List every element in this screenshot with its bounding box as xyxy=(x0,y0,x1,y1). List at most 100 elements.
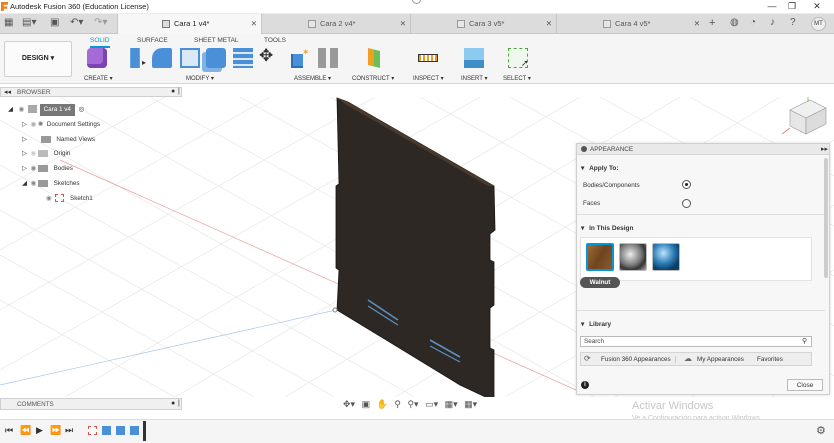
group-insert[interactable]: INSERT ▾ xyxy=(461,75,487,82)
in-this-design-section[interactable]: ▾ In This Design xyxy=(581,224,634,232)
group-select[interactable]: SELECT ▾ xyxy=(503,75,531,82)
tab-solid[interactable]: SOLID xyxy=(90,37,110,48)
scrollbar[interactable] xyxy=(824,158,828,278)
steel-swatch[interactable] xyxy=(619,243,647,271)
look-at-icon[interactable]: ▣ xyxy=(362,399,371,409)
expand-dialog-icon[interactable]: ▸▸ xyxy=(821,145,828,153)
search-input[interactable]: Search ⚲ xyxy=(580,336,812,347)
tree-item-named-views[interactable]: ▷ Named Views xyxy=(22,134,95,146)
tree-item-origin[interactable]: ▷ ◉ Origin xyxy=(22,148,70,160)
revolve-icon[interactable] xyxy=(152,48,172,68)
tree-root[interactable]: ◢ ◉ Cara 1 v4 ◎ xyxy=(8,104,108,116)
timeline-extrude-feature[interactable] xyxy=(102,426,111,435)
fit-icon[interactable]: ⚲▾ xyxy=(407,399,418,409)
tab-sheet-metal[interactable]: SHEET METAL xyxy=(194,37,239,44)
create-form-icon[interactable] xyxy=(87,48,107,68)
file-menu-icon[interactable]: ▤▾ xyxy=(22,17,36,28)
visibility-icon[interactable]: ◉ xyxy=(31,165,37,172)
close-tab-icon[interactable]: ✕ xyxy=(251,14,257,34)
press-pull-icon[interactable] xyxy=(233,48,253,68)
extensions-icon[interactable]: ◍ xyxy=(730,17,739,28)
job-status-icon[interactable]: ◔ xyxy=(750,17,756,28)
tab-favorites[interactable]: Favorites xyxy=(757,356,783,363)
play-icon[interactable]: ▶ xyxy=(36,425,43,436)
help-icon[interactable]: ? xyxy=(790,17,796,28)
tab-cara-1[interactable]: Cara 1 v4* ✕ xyxy=(117,14,262,34)
save-icon[interactable]: ▣ xyxy=(50,17,59,28)
expand-icon[interactable]: ▷ xyxy=(22,136,27,143)
faces-radio[interactable] xyxy=(682,199,691,208)
pin-panel-icon[interactable]: | xyxy=(178,88,180,95)
group-modify[interactable]: MODIFY ▾ xyxy=(186,75,214,82)
timeline-extrude-feature[interactable] xyxy=(130,426,139,435)
zoom-icon[interactable]: ⚲ xyxy=(394,399,401,409)
avatar[interactable]: MT xyxy=(811,17,826,31)
undo-icon[interactable]: ↶▾ xyxy=(70,17,83,28)
tab-cara-4[interactable]: Cara 4 v5* ✕ xyxy=(556,14,704,34)
timeline-sketch-feature[interactable] xyxy=(88,426,97,435)
insert-image-icon[interactable] xyxy=(464,48,484,68)
display-settings-icon[interactable]: ▭▾ xyxy=(425,399,438,409)
new-component-icon[interactable] xyxy=(130,48,140,68)
visibility-icon[interactable]: ◉ xyxy=(46,195,52,202)
blue-glass-swatch[interactable] xyxy=(652,243,680,271)
timeline-settings-icon[interactable]: ⚙ xyxy=(816,424,826,437)
tab-cara-3[interactable]: Cara 3 v5* ✕ xyxy=(410,14,556,34)
group-create[interactable]: CREATE ▾ xyxy=(84,75,113,82)
expand-icon[interactable]: ◢ xyxy=(8,106,13,113)
activate-radio-icon[interactable]: ◎ xyxy=(79,106,85,113)
close-tab-icon[interactable]: ✕ xyxy=(694,14,700,34)
view-cube[interactable] xyxy=(781,97,827,135)
timeline-extrude-feature[interactable] xyxy=(116,426,125,435)
visibility-icon[interactable]: ◉ xyxy=(31,180,37,187)
move-icon[interactable]: ✥ xyxy=(259,46,273,66)
maximize-button[interactable]: ❐ xyxy=(785,1,799,12)
grid-menu-icon[interactable]: ▦ xyxy=(4,17,13,28)
bodies-components-radio[interactable] xyxy=(682,180,691,189)
collapse-panel-icon[interactable]: ◂◂ xyxy=(4,88,11,96)
step-forward-icon[interactable]: ⏩ xyxy=(50,425,61,436)
tab-my-appearances[interactable]: My Appearances xyxy=(697,356,744,363)
visibility-icon[interactable]: ◉ xyxy=(19,106,25,113)
tab-surface[interactable]: SURFACE xyxy=(137,37,168,44)
close-button[interactable]: Close xyxy=(787,379,823,391)
browser-options-icon[interactable]: ● xyxy=(171,88,175,95)
redo-icon[interactable]: ↷▾ xyxy=(94,17,107,28)
timeline-marker[interactable] xyxy=(143,421,146,441)
minimize-button[interactable]: — xyxy=(765,1,779,11)
combine-icon[interactable] xyxy=(206,48,226,68)
visibility-icon[interactable]: ◉ xyxy=(31,121,37,128)
apply-to-section[interactable]: ▾ Apply To: xyxy=(581,164,619,172)
close-tab-icon[interactable]: ✕ xyxy=(400,14,406,34)
visibility-icon[interactable]: ◉ xyxy=(31,150,37,157)
tab-tools[interactable]: TOOLS xyxy=(264,37,286,44)
close-tab-icon[interactable]: ✕ xyxy=(546,14,552,34)
joint-icon[interactable] xyxy=(318,48,338,68)
selected-material-chip[interactable]: Walnut xyxy=(580,277,620,288)
tree-item-sketches[interactable]: ◢ ◉ Sketches xyxy=(22,178,80,190)
library-section[interactable]: ▾ Library xyxy=(581,320,611,328)
refresh-icon[interactable]: ⟳ xyxy=(584,354,591,363)
pan-icon[interactable]: ✋ xyxy=(377,399,388,409)
offset-plane-icon[interactable] xyxy=(368,48,380,68)
add-comment-icon[interactable]: ● xyxy=(171,400,175,407)
tab-fusion-appearances[interactable]: Fusion 360 Appearances xyxy=(601,356,676,363)
close-window-button[interactable]: ✕ xyxy=(810,1,824,12)
expand-icon[interactable]: ▷ xyxy=(22,150,27,157)
tree-item-document-settings[interactable]: ▷ ◉ ✺ Document Settings xyxy=(22,119,100,131)
orbit-icon[interactable]: ✥▾ xyxy=(343,399,355,409)
notifications-icon[interactable]: ♪ xyxy=(770,17,775,28)
tree-item-sketch1[interactable]: ◉ Sketch1 xyxy=(46,193,93,205)
group-inspect[interactable]: INSPECT ▾ xyxy=(413,75,444,82)
step-back-icon[interactable]: ⏪ xyxy=(20,425,31,436)
group-construct[interactable]: CONSTRUCT ▾ xyxy=(352,75,394,82)
fillet-icon[interactable] xyxy=(180,48,200,68)
measure-icon[interactable] xyxy=(418,54,438,62)
tree-item-bodies[interactable]: ▷ ◉ Bodies xyxy=(22,163,73,175)
go-to-start-icon[interactable]: ⏮ xyxy=(5,425,13,436)
grid-settings-icon[interactable]: ▦▾ xyxy=(445,399,458,409)
pin-panel-icon[interactable]: | xyxy=(178,400,180,407)
workspace-switcher-button[interactable]: DESIGN ▾ xyxy=(4,41,72,77)
new-tab-icon[interactable]: + xyxy=(709,17,715,29)
tab-cara-2[interactable]: Cara 2 v4* ✕ xyxy=(262,14,410,34)
